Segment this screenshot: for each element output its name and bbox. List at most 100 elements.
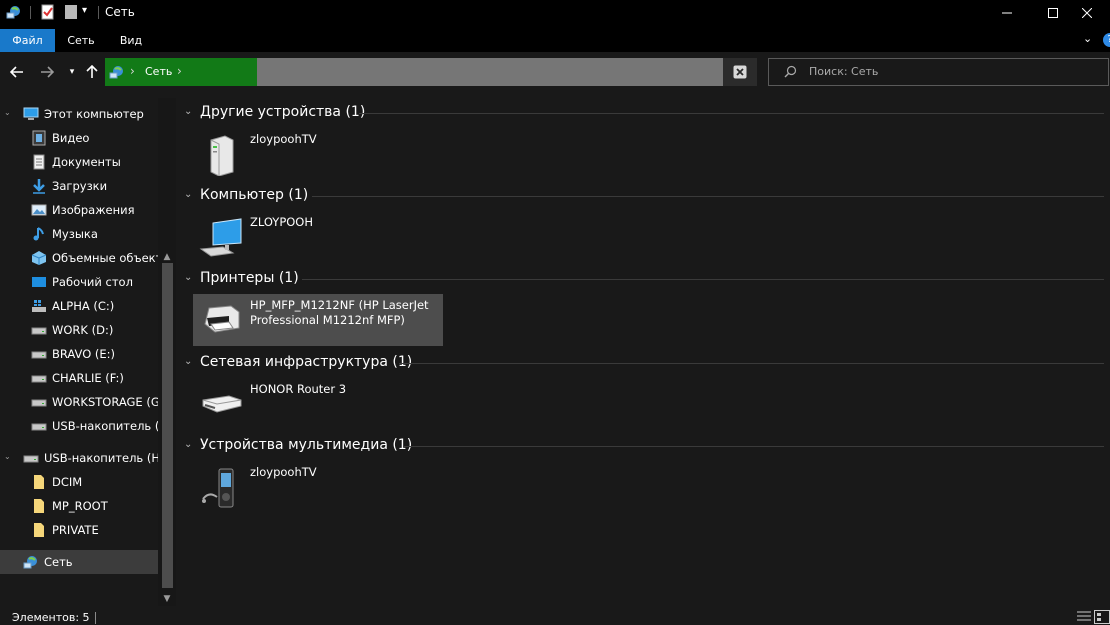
collapse-chevron-icon[interactable]: ⌄ xyxy=(184,439,192,450)
back-button[interactable] xyxy=(7,62,27,82)
group-header-multimedia-devices[interactable]: ⌄ Устройства мультимедиа (1) xyxy=(177,435,1110,457)
sidebar-item-label: PRIVATE xyxy=(52,523,99,537)
collapse-chevron-icon[interactable]: ⌄ xyxy=(184,356,192,367)
ribbon-expand-chevron-icon[interactable]: ⌄ xyxy=(1083,32,1092,45)
system-drive-icon xyxy=(31,298,47,314)
sidebar-item-label: DCIM xyxy=(52,475,83,489)
device-tile-zloypoohtv-media[interactable]: zloypoohTV xyxy=(193,461,443,513)
scroll-down-icon[interactable]: ▼ xyxy=(160,592,174,606)
drive-icon xyxy=(31,394,47,410)
sidebar-item-usb-drive-root[interactable]: ⌄ USB-накопитель (H:) xyxy=(0,446,158,470)
address-stop-button[interactable] xyxy=(723,58,757,86)
sidebar-item-documents[interactable]: Документы xyxy=(0,150,158,174)
sidebar-item-label: Рабочий стол xyxy=(52,275,133,289)
group-header-other-devices[interactable]: ⌄ Другие устройства (1) xyxy=(177,102,1110,124)
sidebar-item-drive-g[interactable]: WORKSTORAGE (G:) xyxy=(0,390,158,414)
network-icon xyxy=(109,64,125,80)
device-name: ZLOYPOOH xyxy=(250,215,314,229)
group-divider xyxy=(302,279,1104,280)
sidebar-item-private[interactable]: PRIVATE xyxy=(0,518,158,542)
recent-locations-chevron-icon[interactable]: ▾ xyxy=(62,62,82,82)
collapse-chevron-icon[interactable]: ⌄ xyxy=(184,106,192,117)
sidebar-item-dcim[interactable]: DCIM xyxy=(0,470,158,494)
close-button[interactable] xyxy=(1064,0,1110,26)
status-separator xyxy=(95,612,96,624)
tab-network[interactable]: Сеть xyxy=(60,29,102,52)
device-name: HP_MFP_M1212NF (HP LaserJet Professional… xyxy=(250,298,429,327)
tiles-view-icon[interactable] xyxy=(1094,610,1110,624)
3d-objects-icon xyxy=(31,250,47,266)
sidebar-item-music[interactable]: Музыка xyxy=(0,222,158,246)
sidebar-item-this-pc[interactable]: ⌄ Этот компьютер xyxy=(0,102,158,126)
video-icon xyxy=(31,130,47,146)
device-tile-honor-router[interactable]: HONOR Router 3 xyxy=(193,378,443,430)
sidebar-item-mp-root[interactable]: MP_ROOT xyxy=(0,494,158,518)
group-header-printers[interactable]: ⌄ Принтеры (1) xyxy=(177,268,1110,290)
group-header-network-infrastructure[interactable]: ⌄ Сетевая инфраструктура (1) xyxy=(177,352,1110,374)
toolbar-separator xyxy=(30,6,31,19)
title-bar: ▾ Сеть xyxy=(0,0,1110,26)
device-tile-printer[interactable]: HP_MFP_M1212NF (HP LaserJet Professional… xyxy=(193,294,443,346)
sidebar-item-drive-e[interactable]: BRAVO (E:) xyxy=(0,342,158,366)
search-icon xyxy=(784,65,797,81)
music-icon xyxy=(31,226,47,242)
sidebar-item-label: Музыка xyxy=(52,227,98,241)
sidebar-item-desktop[interactable]: Рабочий стол xyxy=(0,270,158,294)
forward-button[interactable] xyxy=(37,62,57,82)
tab-view[interactable]: Вид xyxy=(110,29,152,52)
sidebar-item-video[interactable]: Видео xyxy=(0,126,158,150)
up-button[interactable] xyxy=(82,62,102,82)
device-tile-zloypoohtv[interactable]: zloypoohTV xyxy=(193,128,443,180)
sidebar-item-downloads[interactable]: Загрузки xyxy=(0,174,158,198)
sidebar-item-images[interactable]: Изображения xyxy=(0,198,158,222)
folder-icon xyxy=(31,498,47,514)
details-view-icon[interactable] xyxy=(1076,610,1092,624)
group-title: Устройства мультимедиа (1) xyxy=(200,437,413,453)
sidebar-item-drive-c[interactable]: ALPHA (C:) xyxy=(0,294,158,318)
sidebar-item-label: USB-накопитель (H xyxy=(52,419,158,433)
customize-toolbar-chevron-icon[interactable]: ▾ xyxy=(82,5,98,21)
tab-file[interactable]: Файл xyxy=(0,29,55,52)
search-input[interactable]: Поиск: Сеть xyxy=(809,65,878,78)
group-header-computer[interactable]: ⌄ Компьютер (1) xyxy=(177,185,1110,207)
sidebar-item-label: Изображения xyxy=(52,203,135,217)
sidebar-item-label: Объемные объекть xyxy=(52,251,158,265)
group-divider xyxy=(359,113,1104,114)
address-bar[interactable]: › Сеть › xyxy=(105,58,723,86)
search-box[interactable]: Поиск: Сеть xyxy=(768,58,1109,86)
usb-drive-icon xyxy=(31,418,47,434)
expand-chevron-icon[interactable]: ⌄ xyxy=(4,108,11,117)
help-icon[interactable]: ? xyxy=(1103,33,1110,47)
sidebar-item-3d-objects[interactable]: Объемные объекть xyxy=(0,246,158,270)
sidebar-item-label: MP_ROOT xyxy=(52,499,108,513)
expand-chevron-icon[interactable]: ⌄ xyxy=(4,452,11,461)
navigation-pane: ⌄ Этот компьютер Видео Документы Загрузк… xyxy=(0,98,176,606)
sidebar-item-network[interactable]: Сеть xyxy=(0,550,158,574)
sidebar-scroll-thumb[interactable] xyxy=(162,263,173,588)
minimize-button[interactable] xyxy=(984,0,1030,26)
group-title: Сетевая инфраструктура (1) xyxy=(200,354,413,370)
collapse-chevron-icon[interactable]: ⌄ xyxy=(184,189,192,200)
breadcrumb-network[interactable]: Сеть xyxy=(145,65,172,78)
router-icon xyxy=(199,382,243,426)
sidebar-item-drive-f[interactable]: CHARLIE (F:) xyxy=(0,366,158,390)
sidebar-item-usb-drive-h[interactable]: USB-накопитель (H xyxy=(0,414,158,438)
network-app-icon[interactable] xyxy=(6,4,22,20)
breadcrumb-chevron-icon[interactable]: › xyxy=(177,64,182,78)
properties-icon[interactable] xyxy=(40,4,56,20)
device-name: zloypoohTV xyxy=(250,465,317,479)
sidebar-item-label: Документы xyxy=(52,155,121,169)
drive-icon xyxy=(31,346,47,362)
collapse-chevron-icon[interactable]: ⌄ xyxy=(184,272,192,283)
sidebar-item-label: Этот компьютер xyxy=(44,107,144,121)
device-tile-zloypooh[interactable]: ZLOYPOOH xyxy=(193,211,443,263)
sidebar-item-label: BRAVO (E:) xyxy=(52,347,116,361)
folder-icon xyxy=(31,474,47,490)
breadcrumb-chevron-icon[interactable]: › xyxy=(130,64,135,78)
sidebar-item-drive-d[interactable]: WORK (D:) xyxy=(0,318,158,342)
group-title: Принтеры (1) xyxy=(200,270,299,286)
new-folder-icon[interactable] xyxy=(63,4,79,20)
scroll-up-icon[interactable]: ▲ xyxy=(160,250,174,264)
desktop-icon xyxy=(31,274,47,290)
group-divider xyxy=(399,363,1104,364)
